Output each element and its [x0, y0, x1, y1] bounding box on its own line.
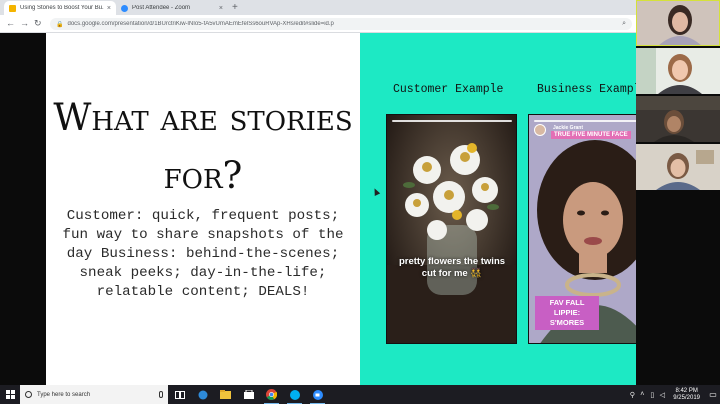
clock-date: 9/25/2019: [673, 394, 700, 401]
story-title-tag: TRUE FIVE MINUTE FACE: [551, 131, 631, 139]
taskbar-app-explorer[interactable]: [214, 385, 237, 404]
business-story-caption: FAV FALL LIPPIE: S'MORES: [535, 296, 599, 330]
google-slides-icon: [9, 4, 16, 12]
address-bar[interactable]: 🔒 docs.google.com/presentation/d/1BUrctr…: [50, 18, 632, 30]
participant-video[interactable]: [636, 48, 720, 94]
system-tray: ⚲ ˄ ▯ ◁ 8:42 PM 9/25/2019 ▭: [627, 385, 720, 404]
microphone-icon[interactable]: [159, 391, 163, 398]
slide-title: What are stories for?: [53, 96, 353, 197]
task-view-icon: [174, 390, 185, 399]
store-icon: [243, 390, 254, 399]
participant-video[interactable]: [636, 144, 720, 190]
tab-zoom[interactable]: Post Attendee - Zoom ×: [116, 1, 228, 15]
avatar: [534, 124, 546, 136]
skype-icon: [289, 389, 300, 400]
participant-video[interactable]: [636, 0, 720, 46]
clock[interactable]: 8:42 PM 9/25/2019: [667, 388, 706, 402]
zoom-icon: [312, 389, 323, 400]
edge-icon: [198, 390, 207, 399]
flowers-photo: [387, 115, 516, 343]
participant-1-video: [636, 0, 720, 46]
start-button[interactable]: [0, 385, 20, 404]
participant-4-video: [636, 144, 720, 190]
taskbar-app-skype[interactable]: [283, 385, 306, 404]
chevron-up-icon[interactable]: ˄: [637, 391, 647, 398]
notifications-icon[interactable]: ▭: [706, 390, 720, 399]
taskbar-app-chrome[interactable]: [260, 385, 283, 404]
screen: Using Stories to Boost Your Bu... × Post…: [0, 0, 720, 404]
zoom-video-gallery: [636, 0, 720, 385]
taskbar-app-zoom[interactable]: [306, 385, 329, 404]
tab-label: Using Stories to Boost Your Bu...: [20, 5, 104, 11]
lock-icon: 🔒: [56, 21, 64, 28]
slide-left-panel: What are stories for? Customer: quick, f…: [46, 33, 360, 385]
forward-icon[interactable]: →: [20, 18, 29, 29]
participant-2-video: [636, 48, 720, 94]
browser-tab-strip: Using Stories to Boost Your Bu... × Post…: [0, 0, 636, 15]
zoom-icon: [121, 4, 128, 12]
tab-label: Post Attendee - Zoom: [132, 5, 191, 11]
customer-example-label: Customer Example: [393, 83, 504, 96]
clock-time: 8:42 PM: [675, 387, 698, 394]
tab-slides[interactable]: Using Stories to Boost Your Bu... ×: [4, 1, 116, 15]
search-placeholder: Type here to search: [37, 391, 91, 398]
participant-video[interactable]: [636, 96, 720, 142]
windows-logo-icon: [5, 390, 15, 399]
volume-icon[interactable]: ◁: [657, 391, 667, 399]
url-text: docs.google.com/presentation/d/1BUrctriK…: [67, 21, 334, 27]
taskbar-search-box[interactable]: Type here to search: [20, 385, 168, 404]
windows-taskbar: Type here to search ⚲ ˄ ▯ ◁ 8:42 PM 9/25…: [0, 385, 720, 404]
chrome-icon: [266, 389, 277, 400]
business-example-label: Business Example: [537, 83, 636, 96]
participant-3-video: [636, 96, 720, 142]
presentation-slide: What are stories for? Customer: quick, f…: [46, 33, 636, 385]
close-tab-icon[interactable]: ×: [107, 5, 111, 12]
customer-story-caption: pretty flowers the twins cut for me 👯: [398, 256, 506, 279]
browser-toolbar: ← → ↻ 🔒 docs.google.com/presentation/d/1…: [0, 15, 636, 33]
customer-story-image: pretty flowers the twins cut for me 👯: [386, 114, 517, 344]
slide-right-panel: Customer Example Business Example: [360, 33, 636, 385]
search-icon[interactable]: ⌕: [622, 20, 626, 28]
story-progress-bar: [392, 120, 512, 122]
slide-body-text: Customer: quick, frequent posts; fun way…: [62, 208, 344, 300]
taskbar-app-store[interactable]: [237, 385, 260, 404]
story-progress-bar: [534, 120, 636, 122]
business-story-image: Jackie Grant TRUE FIVE MINUTE FACE FAV F…: [528, 114, 636, 344]
taskbar-app-edge[interactable]: [191, 385, 214, 404]
reload-icon[interactable]: ↻: [34, 18, 42, 29]
back-icon[interactable]: ←: [6, 18, 15, 29]
search-icon: [25, 391, 32, 398]
task-view-button[interactable]: [168, 385, 191, 404]
folder-icon: [220, 390, 231, 399]
people-icon[interactable]: ⚲: [627, 391, 637, 399]
network-icon[interactable]: ▯: [647, 391, 657, 399]
close-tab-icon[interactable]: ×: [219, 5, 223, 12]
new-tab-button[interactable]: +: [232, 1, 238, 14]
